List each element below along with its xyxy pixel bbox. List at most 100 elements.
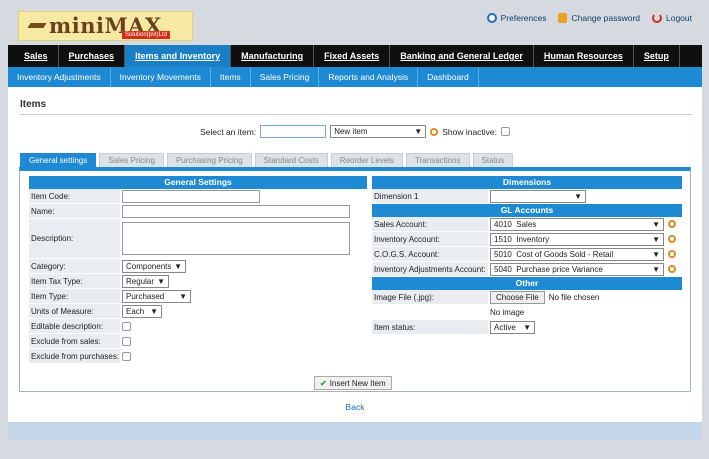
search-icon[interactable]: [668, 235, 676, 243]
menu-sales[interactable]: Sales: [14, 45, 59, 67]
page: miniMAX Solution(pvt)Ltd Preferences Cha…: [8, 7, 702, 440]
uom-value: Each: [126, 306, 145, 316]
submenu-inventory-movements[interactable]: Inventory Movements: [111, 67, 211, 87]
item-type-value: Purchased: [126, 291, 165, 301]
search-icon[interactable]: [668, 250, 676, 258]
submenu-dashboard[interactable]: Dashboard: [418, 67, 479, 87]
select-item-label: Select an item:: [199, 126, 257, 137]
item-type-select[interactable]: Purchased ▼: [122, 289, 191, 303]
main-menu: Sales Purchases Items and Inventory Manu…: [8, 45, 702, 67]
cogs-account-code: 5010: [494, 249, 512, 259]
item-select-value: New item: [334, 127, 368, 136]
image-file-label: Image File (.jpg):: [372, 290, 488, 304]
image-preview-label: [372, 305, 488, 319]
logo-tagline: Solution(pvt)Ltd: [122, 31, 171, 39]
adjustments-account-code: 5040: [494, 264, 512, 274]
inventory-account-name: Inventory: [516, 234, 550, 244]
lock-icon: [558, 13, 568, 23]
submenu-sales-pricing[interactable]: Sales Pricing: [251, 67, 320, 87]
sub-menu: Inventory Adjustments Inventory Movement…: [8, 67, 702, 87]
chevron-down-icon: ▼: [652, 249, 660, 259]
preferences-icon: [486, 13, 497, 23]
tax-type-label: Item Tax Type:: [29, 274, 120, 288]
menu-manufacturing[interactable]: Manufacturing: [231, 45, 315, 67]
uom-label: Units of Measure:: [29, 304, 120, 318]
back-link[interactable]: Back: [8, 402, 702, 412]
item-search-input[interactable]: [260, 125, 327, 138]
inventory-account-select[interactable]: 1510 Inventory ▼: [490, 232, 664, 246]
general-settings-panel: General Settings Item Code: Name: Descri…: [29, 176, 367, 364]
editable-description-checkbox[interactable]: [122, 321, 131, 331]
menu-human-resources[interactable]: Human Resources: [534, 45, 634, 67]
search-icon[interactable]: [668, 265, 676, 273]
submenu-items[interactable]: Items: [211, 67, 251, 87]
general-settings-header: General Settings: [29, 176, 367, 189]
item-code-input[interactable]: [122, 189, 260, 203]
top-links: Preferences Change password Logout: [486, 13, 692, 23]
logo: miniMAX Solution(pvt)Ltd: [18, 11, 193, 41]
submenu-inventory-adjustments[interactable]: Inventory Adjustments: [8, 67, 111, 87]
menu-purchases[interactable]: Purchases: [59, 45, 126, 67]
item-type-label: Item Type:: [29, 289, 120, 303]
sales-account-select[interactable]: 4010 Sales ▼: [490, 217, 664, 231]
search-icon[interactable]: [430, 127, 439, 136]
chevron-down-icon: ▼: [150, 306, 158, 316]
tax-type-value: Regular: [126, 276, 155, 286]
menu-items-inventory[interactable]: Items and Inventory: [125, 45, 232, 67]
checkmark-icon: ✔: [320, 378, 327, 388]
page-title: Items: [20, 99, 47, 110]
preferences-link[interactable]: Preferences: [486, 13, 546, 23]
exclude-sales-label: Exclude from sales:: [29, 334, 120, 348]
chevron-down-icon: ▼: [523, 322, 531, 332]
editable-description-label: Editable description:: [29, 319, 120, 333]
inventory-account-label: Inventory Account:: [372, 232, 488, 246]
logout-link[interactable]: Logout: [652, 13, 692, 23]
chevron-down-icon: ▼: [652, 264, 660, 274]
exclude-purchases-checkbox[interactable]: [122, 351, 131, 361]
tax-type-select[interactable]: Regular ▼: [122, 274, 169, 288]
cogs-account-label: C.O.G.S. Account:: [372, 247, 488, 261]
search-icon[interactable]: [668, 220, 676, 228]
name-input[interactable]: [122, 204, 350, 218]
tab-content: General Settings Item Code: Name: Descri…: [19, 167, 691, 392]
name-label: Name:: [29, 204, 120, 218]
no-file-text: No file chosen: [548, 292, 600, 302]
change-password-link[interactable]: Change password: [558, 13, 640, 23]
cogs-account-select[interactable]: 5010 Cost of Goods Sold - Retail ▼: [490, 247, 664, 261]
adjustments-account-label: Inventory Adjustments Account:: [372, 262, 488, 276]
menu-banking-gl[interactable]: Banking and General Ledger: [390, 45, 534, 67]
adjustments-account-select[interactable]: 5040 Purchase price Variance ▼: [490, 262, 664, 276]
footer-bar: [8, 422, 702, 440]
sales-account-label: Sales Account:: [372, 217, 488, 231]
category-select[interactable]: Components ▼: [122, 259, 186, 273]
chevron-down-icon: ▼: [414, 127, 423, 136]
sales-account-name: Sales: [516, 219, 537, 229]
right-panel: Dimensions Dimension 1 ▼ GL Accounts Sale…: [372, 176, 682, 335]
sales-account-code: 4010: [494, 219, 512, 229]
item-select[interactable]: New item ▼: [330, 125, 427, 138]
category-value: Components: [126, 261, 172, 271]
chevron-down-icon: ▼: [574, 191, 582, 201]
select-item-row: Select an item: New item ▼ Show inactive:: [8, 125, 702, 138]
submenu-reports[interactable]: Reports and Analysis: [319, 67, 419, 87]
dimensions-header: Dimensions: [372, 176, 682, 189]
cogs-account-name: Cost of Goods Sold - Retail: [516, 249, 614, 259]
item-status-label: Item status:: [372, 320, 488, 334]
choose-file-button[interactable]: Choose File: [490, 290, 545, 304]
uom-select[interactable]: Each ▼: [122, 304, 162, 318]
show-inactive-checkbox[interactable]: [501, 127, 511, 136]
gl-accounts-header: GL Accounts: [372, 204, 682, 217]
insert-new-item-button[interactable]: ✔ Insert New Item: [314, 376, 392, 390]
item-status-value: Active: [494, 322, 516, 332]
menu-setup[interactable]: Setup: [634, 45, 680, 67]
description-textarea[interactable]: [122, 222, 350, 255]
chevron-down-icon: ▼: [157, 276, 165, 286]
item-status-select[interactable]: Active ▼: [490, 320, 535, 334]
exclude-sales-checkbox[interactable]: [122, 336, 131, 346]
category-label: Category:: [29, 259, 120, 273]
show-inactive-label: Show inactive:: [442, 126, 498, 137]
dimension-1-select[interactable]: ▼: [490, 189, 586, 203]
menu-fixed-assets[interactable]: Fixed Assets: [314, 45, 391, 67]
chevron-down-icon: ▼: [179, 291, 187, 301]
chevron-down-icon: ▼: [652, 219, 660, 229]
